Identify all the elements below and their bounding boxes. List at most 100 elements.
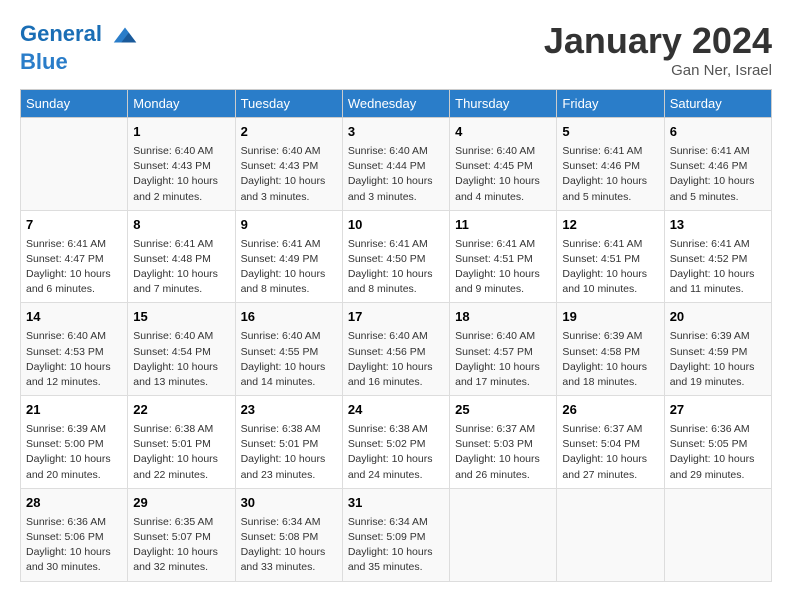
day-number: 10 <box>348 216 444 235</box>
day-number: 18 <box>455 308 551 327</box>
calendar-cell: 17Sunrise: 6:40 AM Sunset: 4:56 PM Dayli… <box>342 303 449 396</box>
day-number: 25 <box>455 401 551 420</box>
logo-icon <box>110 20 140 50</box>
day-info: Sunrise: 6:40 AM Sunset: 4:43 PM Dayligh… <box>133 144 229 205</box>
day-number: 21 <box>26 401 122 420</box>
day-number: 29 <box>133 494 229 513</box>
day-number: 31 <box>348 494 444 513</box>
day-number: 9 <box>241 216 337 235</box>
calendar-cell: 5Sunrise: 6:41 AM Sunset: 4:46 PM Daylig… <box>557 118 664 211</box>
calendar-cell: 19Sunrise: 6:39 AM Sunset: 4:58 PM Dayli… <box>557 303 664 396</box>
calendar-cell: 29 Sunrise: 6:35 AM Sunset: 5:07 PM Dayli… <box>128 488 235 581</box>
day-number: 22 <box>133 401 229 420</box>
day-info: Sunrise: 6:40 AM Sunset: 4:43 PM Dayligh… <box>241 144 337 205</box>
day-number: 14 <box>26 308 122 327</box>
logo-text: General <box>20 20 140 50</box>
calendar-cell: 21 Sunrise: 6:39 AM Sunset: 5:00 PM Dayli… <box>21 396 128 489</box>
calendar-week-row: 14 Sunrise: 6:40 AM Sunset: 4:53 PM Dayli… <box>21 303 772 396</box>
day-number: 13 <box>670 216 766 235</box>
calendar-cell: 6 Sunrise: 6:41 AM Sunset: 4:46 PM Daylig… <box>664 118 771 211</box>
day-number: 3 <box>348 123 444 142</box>
day-info: Sunrise: 6:41 AM Sunset: 4:50 PM Dayligh… <box>348 237 444 298</box>
calendar-cell: 18 Sunrise: 6:40 AM Sunset: 4:57 PM Dayli… <box>450 303 557 396</box>
day-number: 4 <box>455 123 551 142</box>
calendar-cell <box>450 488 557 581</box>
calendar-cell: 30Sunrise: 6:34 AM Sunset: 5:08 PM Dayli… <box>235 488 342 581</box>
day-number: 11 <box>455 216 551 235</box>
calendar-cell: 7 Sunrise: 6:41 AM Sunset: 4:47 PM Daylig… <box>21 210 128 303</box>
month-title: January 2024 <box>544 20 772 62</box>
day-info: Sunrise: 6:34 AM Sunset: 5:09 PM Dayligh… <box>348 515 444 576</box>
weekday-header-wednesday: Wednesday <box>342 90 449 118</box>
day-number: 26 <box>562 401 658 420</box>
calendar-cell: 20 Sunrise: 6:39 AM Sunset: 4:59 PM Dayli… <box>664 303 771 396</box>
day-info: Sunrise: 6:41 AM Sunset: 4:51 PM Dayligh… <box>562 237 658 298</box>
day-info: Sunrise: 6:39 AM Sunset: 4:59 PM Dayligh… <box>670 329 766 390</box>
title-block: January 2024 Gan Ner, Israel <box>544 20 772 79</box>
day-number: 30 <box>241 494 337 513</box>
calendar-cell: 9 Sunrise: 6:41 AM Sunset: 4:49 PM Daylig… <box>235 210 342 303</box>
day-info: Sunrise: 6:37 AM Sunset: 5:03 PM Dayligh… <box>455 422 551 483</box>
day-info: Sunrise: 6:40 AM Sunset: 4:53 PM Dayligh… <box>26 329 122 390</box>
calendar-cell: 23 Sunrise: 6:38 AM Sunset: 5:01 PM Dayli… <box>235 396 342 489</box>
calendar-cell: 10 Sunrise: 6:41 AM Sunset: 4:50 PM Dayli… <box>342 210 449 303</box>
day-info: Sunrise: 6:38 AM Sunset: 5:02 PM Dayligh… <box>348 422 444 483</box>
weekday-header-friday: Friday <box>557 90 664 118</box>
calendar-cell: 25 Sunrise: 6:37 AM Sunset: 5:03 PM Dayli… <box>450 396 557 489</box>
calendar-cell: 31 Sunrise: 6:34 AM Sunset: 5:09 PM Dayli… <box>342 488 449 581</box>
day-info: Sunrise: 6:41 AM Sunset: 4:46 PM Dayligh… <box>562 144 658 205</box>
day-number: 6 <box>670 123 766 142</box>
calendar-cell: 14 Sunrise: 6:40 AM Sunset: 4:53 PM Dayli… <box>21 303 128 396</box>
day-info: Sunrise: 6:36 AM Sunset: 5:05 PM Dayligh… <box>670 422 766 483</box>
weekday-header-sunday: Sunday <box>21 90 128 118</box>
day-number: 20 <box>670 308 766 327</box>
day-info: Sunrise: 6:40 AM Sunset: 4:54 PM Dayligh… <box>133 329 229 390</box>
location: Gan Ner, Israel <box>544 62 772 79</box>
weekday-header-row: SundayMondayTuesdayWednesdayThursdayFrid… <box>21 90 772 118</box>
day-info: Sunrise: 6:41 AM Sunset: 4:47 PM Dayligh… <box>26 237 122 298</box>
calendar-table: SundayMondayTuesdayWednesdayThursdayFrid… <box>20 89 772 582</box>
calendar-cell: 2 Sunrise: 6:40 AM Sunset: 4:43 PM Daylig… <box>235 118 342 211</box>
day-info: Sunrise: 6:38 AM Sunset: 5:01 PM Dayligh… <box>241 422 337 483</box>
logo-blue: Blue <box>20 50 140 74</box>
calendar-cell <box>664 488 771 581</box>
calendar-cell <box>557 488 664 581</box>
calendar-cell: 15 Sunrise: 6:40 AM Sunset: 4:54 PM Dayli… <box>128 303 235 396</box>
day-info: Sunrise: 6:40 AM Sunset: 4:57 PM Dayligh… <box>455 329 551 390</box>
day-number: 1 <box>133 123 229 142</box>
day-info: Sunrise: 6:39 AM Sunset: 5:00 PM Dayligh… <box>26 422 122 483</box>
weekday-header-thursday: Thursday <box>450 90 557 118</box>
calendar-cell: 22 Sunrise: 6:38 AM Sunset: 5:01 PM Dayli… <box>128 396 235 489</box>
day-info: Sunrise: 6:41 AM Sunset: 4:48 PM Dayligh… <box>133 237 229 298</box>
calendar-cell: 3 Sunrise: 6:40 AM Sunset: 4:44 PM Daylig… <box>342 118 449 211</box>
day-info: Sunrise: 6:40 AM Sunset: 4:45 PM Dayligh… <box>455 144 551 205</box>
day-number: 23 <box>241 401 337 420</box>
day-info: Sunrise: 6:41 AM Sunset: 4:51 PM Dayligh… <box>455 237 551 298</box>
page-header: General Blue January 2024 Gan Ner, Israe… <box>20 20 772 79</box>
day-info: Sunrise: 6:41 AM Sunset: 4:49 PM Dayligh… <box>241 237 337 298</box>
calendar-cell: 16Sunrise: 6:40 AM Sunset: 4:55 PM Dayli… <box>235 303 342 396</box>
weekday-header-tuesday: Tuesday <box>235 90 342 118</box>
day-number: 12 <box>562 216 658 235</box>
day-number: 17 <box>348 308 444 327</box>
calendar-cell: 13Sunrise: 6:41 AM Sunset: 4:52 PM Dayli… <box>664 210 771 303</box>
weekday-header-monday: Monday <box>128 90 235 118</box>
day-info: Sunrise: 6:38 AM Sunset: 5:01 PM Dayligh… <box>133 422 229 483</box>
calendar-cell: 1 Sunrise: 6:40 AM Sunset: 4:43 PM Daylig… <box>128 118 235 211</box>
calendar-cell: 28Sunrise: 6:36 AM Sunset: 5:06 PM Dayli… <box>21 488 128 581</box>
calendar-cell: 26 Sunrise: 6:37 AM Sunset: 5:04 PM Dayli… <box>557 396 664 489</box>
day-info: Sunrise: 6:40 AM Sunset: 4:44 PM Dayligh… <box>348 144 444 205</box>
day-info: Sunrise: 6:36 AM Sunset: 5:06 PM Dayligh… <box>26 515 122 576</box>
day-number: 7 <box>26 216 122 235</box>
day-info: Sunrise: 6:41 AM Sunset: 4:46 PM Dayligh… <box>670 144 766 205</box>
calendar-week-row: 21 Sunrise: 6:39 AM Sunset: 5:00 PM Dayli… <box>21 396 772 489</box>
day-number: 8 <box>133 216 229 235</box>
day-number: 2 <box>241 123 337 142</box>
day-info: Sunrise: 6:40 AM Sunset: 4:55 PM Dayligh… <box>241 329 337 390</box>
day-number: 27 <box>670 401 766 420</box>
calendar-cell: 24Sunrise: 6:38 AM Sunset: 5:02 PM Dayli… <box>342 396 449 489</box>
day-number: 15 <box>133 308 229 327</box>
calendar-cell: 12 Sunrise: 6:41 AM Sunset: 4:51 PM Dayli… <box>557 210 664 303</box>
day-info: Sunrise: 6:35 AM Sunset: 5:07 PM Dayligh… <box>133 515 229 576</box>
day-info: Sunrise: 6:37 AM Sunset: 5:04 PM Dayligh… <box>562 422 658 483</box>
